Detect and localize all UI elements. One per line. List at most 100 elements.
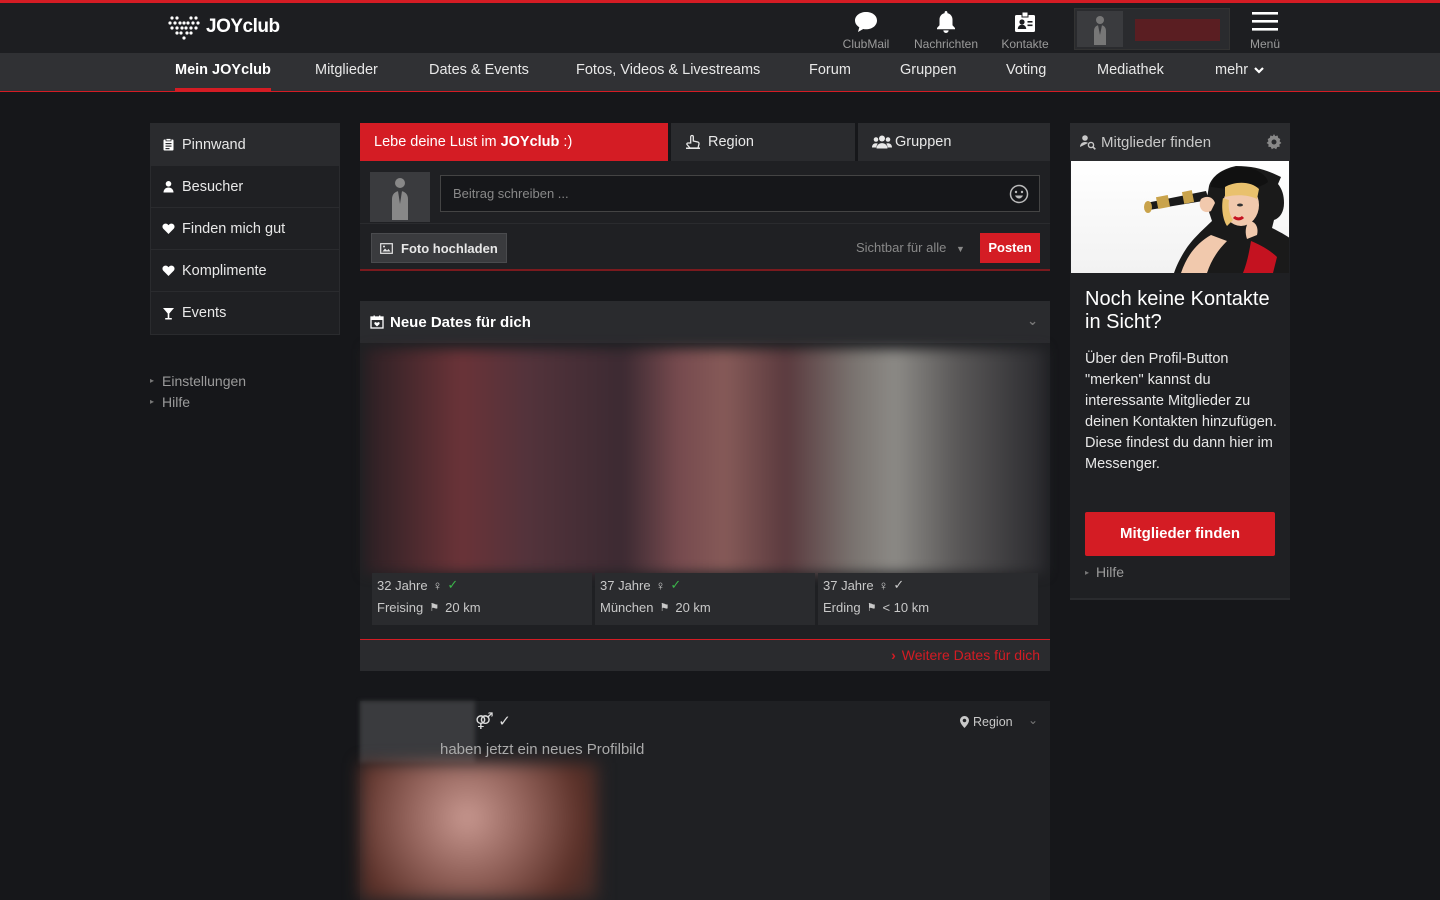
feed-post-text: haben jetzt ein neues Profilbild [440, 741, 645, 758]
avatar [370, 172, 430, 222]
logo[interactable]: JOYclub [168, 14, 280, 40]
kontakte-label: Kontakte [1001, 37, 1049, 51]
clubmail-label: ClubMail [842, 37, 890, 51]
sidebar-links: ▸ Einstellungen ▸ Hilfe [150, 370, 246, 412]
emoji-smiley-icon[interactable] [1009, 184, 1029, 204]
nav-mein-joyclub[interactable]: Mein JOYclub [175, 53, 271, 91]
visibility-label: Sichtbar für alle [856, 240, 947, 255]
nav-mehr[interactable]: mehr [1215, 53, 1265, 87]
find-members-button[interactable]: Mitglieder finden [1085, 512, 1275, 556]
verified-check-icon: ✓ [447, 577, 459, 592]
post-input-placeholder: Beitrag schreiben ... [453, 186, 569, 201]
menu-label: Menü [1249, 37, 1281, 51]
find-members-heading: Noch keine Kontakte in Sicht? [1085, 288, 1270, 333]
post-input[interactable]: Beitrag schreiben ... [440, 175, 1040, 212]
feed-region-badge[interactable]: Region [960, 715, 1013, 729]
date-card-age-row: 37 Jahre ♀ ✓ [823, 577, 904, 593]
sidebar-item-label: Komplimente [182, 262, 267, 279]
tab-lebe-deine-lust[interactable]: Lebe deine Lust im JOYclub :) [360, 123, 668, 161]
hamburger-icon [1252, 12, 1278, 31]
find-members-title: Mitglieder finden [1101, 133, 1212, 151]
flag-icon: ⚑ [429, 602, 440, 614]
kontakte-button[interactable]: Kontakte [985, 9, 1065, 51]
date-card-city: München [600, 600, 654, 615]
find-members-header: Mitglieder finden [1070, 123, 1290, 161]
sidebar-item-finden-mich-gut[interactable]: Finden mich gut [151, 208, 339, 250]
nachrichten-label: Nachrichten [913, 37, 979, 51]
bell-icon [937, 11, 955, 33]
promo-illustration [1071, 161, 1289, 273]
gear-icon[interactable] [1266, 134, 1282, 150]
more-dates-link[interactable]: › Weitere Dates für dich [360, 639, 1050, 671]
nav-voting[interactable]: Voting [1006, 53, 1046, 91]
photo-upload-button[interactable]: Foto hochladen [371, 233, 507, 263]
nav-gruppen[interactable]: Gruppen [900, 53, 956, 91]
sidebar-item-pinnwand[interactable]: Pinnwand [151, 124, 339, 166]
heart-icon [162, 265, 175, 276]
link-hilfe[interactable]: ▸ Hilfe [1085, 564, 1124, 580]
feed-post: ⚤ ✓ haben jetzt ein neues Profilbild Reg… [360, 701, 1050, 900]
nav-fotos-videos[interactable]: Fotos, Videos & Livestreams [576, 53, 760, 91]
date-card-location-row: München ⚑ 20 km [600, 600, 711, 615]
link-hilfe[interactable]: ▸ Hilfe [150, 391, 246, 412]
female-icon: ♀ [432, 577, 443, 593]
top-bar: JOYclub ClubMail Nachrichten Kontakte Me… [0, 3, 1440, 53]
tab-label: Gruppen [895, 134, 952, 150]
heart-dots-icon [168, 16, 200, 40]
image-icon [380, 242, 393, 254]
photo-upload-label: Foto hochladen [401, 240, 498, 256]
chevron-down-icon [1254, 67, 1264, 74]
couple-gender-icon: ⚤ ✓ [475, 713, 511, 730]
user-icon [163, 181, 174, 193]
sidebar-item-events[interactable]: Events [151, 292, 339, 334]
date-card-age-row: 37 Jahre ♀ ✓ [600, 577, 681, 593]
dates-images-blurred[interactable] [365, 349, 1045, 573]
nav-mediathek[interactable]: Mediathek [1097, 53, 1164, 91]
sidebar: Pinnwand Besucher Finden mich gut Kompli… [150, 123, 340, 335]
tab-region[interactable]: Region [671, 123, 855, 161]
nav-mitglieder[interactable]: Mitglieder [315, 53, 378, 91]
map-pin-icon [960, 716, 969, 728]
post-button[interactable]: Posten [980, 233, 1040, 263]
date-card-age: 32 Jahre [377, 577, 428, 593]
sidebar-item-label: Besucher [182, 178, 244, 195]
date-card[interactable]: 37 Jahre ♀ ✓ Erding ⚑ < 10 km [818, 573, 1038, 625]
profile-image-blurred[interactable] [360, 763, 598, 900]
date-card-distance: 20 km [445, 600, 481, 615]
hand-pointer-icon [686, 134, 700, 149]
profile-button[interactable] [1074, 8, 1230, 50]
avatar-silhouette-icon [392, 178, 408, 220]
caret-right-icon: ▸ [150, 376, 155, 385]
tab-gruppen[interactable]: Gruppen [858, 123, 1050, 161]
caret-right-icon: ▸ [150, 397, 155, 406]
clipboard-icon [163, 138, 174, 151]
link-einstellungen[interactable]: ▸ Einstellungen [150, 370, 246, 391]
date-card-distance: 20 km [675, 600, 711, 615]
find-members-text: Über den Profil-Button "merken" kannst d… [1085, 351, 1277, 472]
profile-name-redacted [1135, 19, 1220, 41]
verified-check-icon: ✓ [670, 577, 682, 592]
sidebar-item-besucher[interactable]: Besucher [151, 166, 339, 208]
chat-bubble-icon [855, 12, 877, 32]
menu-button[interactable]: Menü [1225, 9, 1305, 51]
sidebar-item-komplimente[interactable]: Komplimente [151, 250, 339, 292]
tab-label: Lebe deine Lust im JOYclub :) [374, 134, 573, 150]
chevron-down-icon[interactable]: ⌄ [1027, 313, 1038, 329]
nav-dates-events[interactable]: Dates & Events [429, 53, 529, 91]
nav-forum[interactable]: Forum [809, 53, 851, 91]
post-composer: Beitrag schreiben ... Foto hochladen Sic… [360, 161, 1050, 271]
flag-icon: ⚑ [866, 602, 877, 614]
chevron-down-icon[interactable]: ⌄ [1028, 713, 1038, 727]
avatar [1077, 11, 1123, 47]
contact-card-icon [1015, 11, 1035, 32]
dates-header[interactable]: Neue Dates für dich ⌄ [360, 301, 1050, 343]
caret-down-icon: ▼ [955, 244, 965, 254]
nachrichten-button[interactable]: Nachrichten [906, 9, 986, 51]
clubmail-button[interactable]: ClubMail [826, 9, 906, 51]
date-card[interactable]: 37 Jahre ♀ ✓ München ⚑ 20 km [595, 573, 815, 625]
date-card-age: 37 Jahre [600, 577, 651, 593]
dates-title: Neue Dates für dich [390, 313, 531, 331]
dates-widget: Neue Dates für dich ⌄ 32 Jahre ♀ ✓ Freis… [360, 301, 1050, 671]
date-card[interactable]: 32 Jahre ♀ ✓ Freising ⚑ 20 km [372, 573, 592, 625]
visibility-dropdown[interactable]: Sichtbar für alle ▼ [856, 240, 965, 255]
